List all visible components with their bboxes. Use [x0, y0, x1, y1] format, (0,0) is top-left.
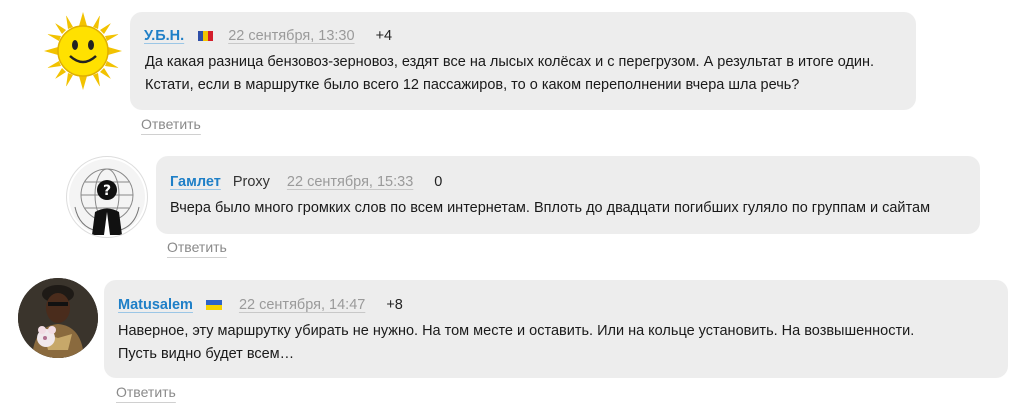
comment-text: Да какая разница бензовоз-зерновоз, ездя…	[145, 51, 874, 96]
reply-link[interactable]: Ответить	[116, 384, 176, 400]
comment-meta: Гамлет Proxy 22 сентября, 15:33 0	[170, 174, 442, 190]
author-link[interactable]: Гамлет	[170, 174, 221, 190]
sun-smiley-avatar[interactable]	[44, 12, 122, 90]
moldova-flag-icon	[198, 31, 214, 41]
author-link[interactable]: Matusalem	[118, 297, 193, 313]
comment-text-line: Наверное, эту маршрутку убирать не нужно…	[118, 323, 915, 339]
comment-bubble	[156, 156, 980, 234]
comment-text: Вчера было много громких слов по всем ин…	[170, 197, 930, 220]
comment-text-line: Кстати, если в маршрутке было всего 12 п…	[145, 76, 800, 93]
comment-score: +4	[375, 28, 393, 44]
comment-text-line: Вчера было много громких слов по всем ин…	[170, 200, 931, 216]
comment-meta: У.Б.Н. 22 сентября, 13:30 +4	[144, 28, 392, 44]
anonymous-mask-avatar[interactable]: ?	[66, 156, 148, 238]
author-link[interactable]: У.Б.Н.	[144, 28, 184, 44]
comment-date-link[interactable]: 22 сентября, 13:30	[228, 28, 354, 44]
svg-text:?: ?	[103, 183, 111, 199]
reply-link[interactable]: Ответить	[141, 116, 201, 132]
comment-date-link[interactable]: 22 сентября, 15:33	[287, 174, 413, 190]
man-with-toy-avatar[interactable]	[18, 278, 98, 358]
comment-meta: Matusalem 22 сентября, 14:47 +8	[118, 297, 403, 313]
comment-score: 0	[434, 174, 443, 190]
ukraine-flag-icon	[205, 300, 222, 310]
comment-text: Наверное, эту маршрутку убирать не нужно…	[118, 320, 914, 365]
reply-link[interactable]: Ответить	[167, 239, 227, 255]
comment-date-link[interactable]: 22 сентября, 14:47	[239, 297, 365, 313]
comment-text-line: Да какая разница бензовоз-зерновоз, ездя…	[145, 54, 875, 70]
proxy-label: Proxy	[232, 174, 270, 190]
comment-score: +8	[386, 297, 403, 313]
comment-text-line: Пусть видно будет всем…	[118, 345, 295, 362]
